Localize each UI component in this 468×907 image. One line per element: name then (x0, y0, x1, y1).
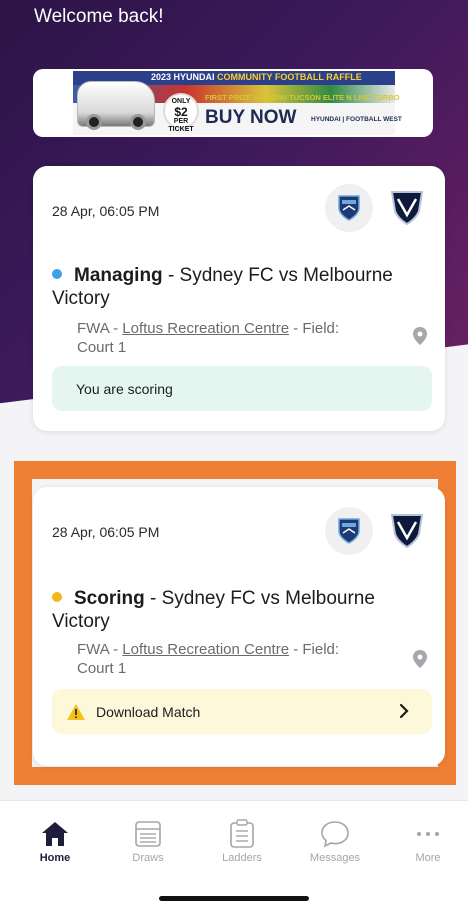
banner-title-prefix: 2023 HYUNDAI (151, 72, 215, 82)
car-image (77, 81, 155, 130)
venue-org: FWA - (77, 641, 123, 658)
location-pin-icon[interactable] (413, 327, 427, 345)
location-pin-icon[interactable] (413, 650, 427, 668)
match-card[interactable]: 28 Apr, 06:05 PM Scoring - Sydney FC vs … (33, 487, 445, 766)
bottom-tab-bar: Home Draws Ladders Messages More (0, 800, 468, 907)
download-match-button[interactable]: Download Match (52, 689, 432, 734)
venue-org: FWA - (77, 320, 123, 337)
tab-messages[interactable]: Messages (295, 819, 375, 864)
warning-icon (67, 703, 85, 720)
tab-more[interactable]: More (388, 819, 468, 864)
tab-label: More (415, 852, 441, 864)
match-venue: FWA - Loftus Recreation Centre - Field: … (77, 640, 377, 678)
banner-buy-now: BUY NOW (205, 107, 297, 128)
match-role: Scoring (74, 588, 145, 609)
match-date: 28 Apr, 06:05 PM (52, 203, 160, 219)
scoring-status-banner: You are scoring (52, 366, 432, 411)
banner-title-highlight: COMMUNITY FOOTBALL RAFFLE (217, 72, 362, 82)
match-date: 28 Apr, 06:05 PM (52, 524, 160, 540)
price-badge: ONLY $2 PER TICKET (163, 93, 199, 133)
price-value: $2 (174, 105, 188, 119)
more-icon (411, 819, 445, 849)
match-title: Managing - Sydney FC vs Melbourne Victor… (52, 264, 422, 310)
chevron-right-icon (399, 703, 409, 719)
melbourne-victory-crest-icon (383, 184, 431, 232)
status-dot (52, 592, 62, 602)
match-role: Managing (74, 265, 163, 286)
sydney-fc-crest-icon (325, 184, 373, 232)
price-ticket-label: TICKET (168, 126, 194, 133)
tab-label: Draws (132, 852, 164, 864)
banner-prize-text: FIRST PRIZE HYUNDAI TUCSON ELITE N LINE … (205, 93, 400, 102)
ladders-icon (225, 819, 259, 849)
match-card[interactable]: 28 Apr, 06:05 PM Managing - Sydney FC vs… (33, 166, 445, 431)
price-per-label: PER (173, 118, 189, 125)
tab-ladders[interactable]: Ladders (202, 819, 282, 864)
venue-link[interactable]: Loftus Recreation Centre (122, 641, 289, 658)
banner-title: 2023 HYUNDAI COMMUNITY FOOTBALL RAFFLE (151, 72, 362, 82)
home-icon (38, 819, 72, 849)
messages-icon (318, 819, 352, 849)
download-match-label: Download Match (96, 703, 201, 720)
tab-label: Ladders (222, 852, 262, 864)
welcome-text: Welcome back! (34, 6, 164, 27)
draws-icon (131, 819, 165, 849)
raffle-banner-image: 2023 HYUNDAI COMMUNITY FOOTBALL RAFFLE O… (73, 71, 402, 135)
home-indicator (159, 896, 309, 901)
banner-brand-logos: HYUNDAI | FOOTBALL WEST (311, 116, 402, 123)
tab-home[interactable]: Home (15, 819, 95, 864)
scoring-status-text: You are scoring (76, 380, 173, 397)
raffle-banner[interactable]: 2023 HYUNDAI COMMUNITY FOOTBALL RAFFLE O… (33, 69, 433, 137)
tab-label: Home (39, 852, 71, 864)
tab-label: Messages (309, 852, 361, 864)
tab-draws[interactable]: Draws (108, 819, 188, 864)
melbourne-victory-crest-icon (383, 507, 431, 555)
sydney-fc-crest-icon (325, 507, 373, 555)
match-title: Scoring - Sydney FC vs Melbourne Victory (52, 587, 422, 633)
venue-link[interactable]: Loftus Recreation Centre (122, 320, 289, 337)
match-venue: FWA - Loftus Recreation Centre - Field: … (77, 319, 377, 357)
status-dot (52, 269, 62, 279)
